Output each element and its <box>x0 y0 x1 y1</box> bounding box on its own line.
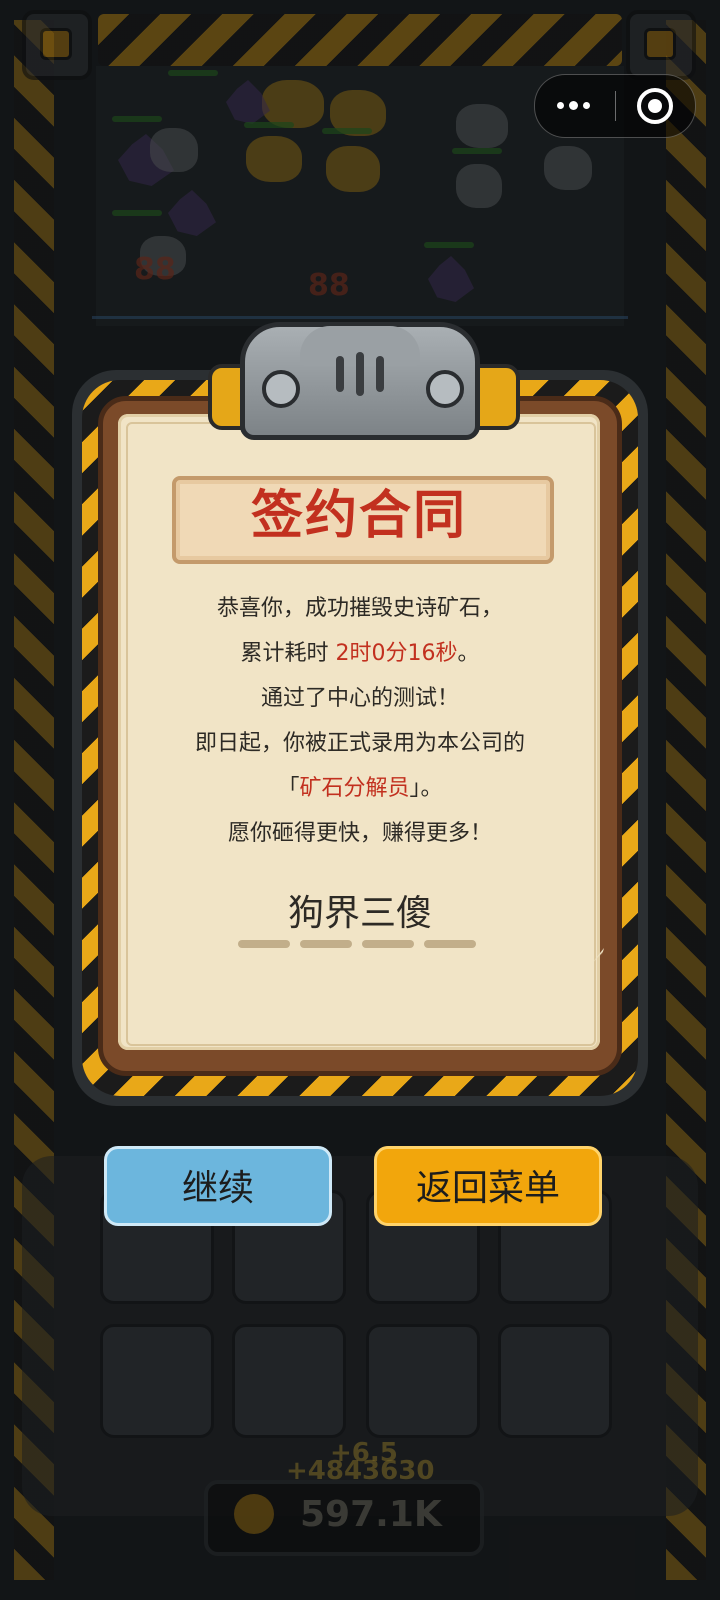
target-circle-icon-dot <box>648 99 662 113</box>
bracket-close: 」。 <box>409 776 443 801</box>
close-button[interactable] <box>615 75 695 137</box>
clip-groove <box>376 356 384 392</box>
ellipsis-icon-dot <box>583 102 590 109</box>
signature-line <box>238 940 290 948</box>
signature-line <box>300 940 352 948</box>
contract-line: 愿你砸得更快，赚得更多！ <box>227 821 492 846</box>
ellipsis-icon-dot <box>569 101 578 110</box>
signature-line <box>362 940 414 948</box>
signature-line <box>424 940 476 948</box>
more-button[interactable] <box>535 75 615 137</box>
bolt-icon <box>262 370 300 408</box>
continue-button[interactable]: 继续 <box>104 1146 332 1226</box>
contract-line: 恭喜你，成功摧毁史诗矿石， <box>216 596 503 621</box>
bracket-open: 「 <box>277 776 300 801</box>
contract-line: 累计耗时 2时0分16秒。 <box>130 631 590 676</box>
ellipsis-icon <box>557 102 564 109</box>
contract-body: 恭喜你，成功摧毁史诗矿石， 累计耗时 2时0分16秒。 通过了中心的测试！ 即日… <box>130 586 590 856</box>
contract-line: 通过了中心的测试！ <box>260 686 459 711</box>
contract-title: 签约合同 <box>250 486 467 546</box>
miniprogram-capsule <box>534 74 696 138</box>
time-suffix: 。 <box>457 641 480 666</box>
clip-groove <box>356 352 364 396</box>
return-menu-button[interactable]: 返回菜单 <box>374 1146 602 1226</box>
time-prefix: 累计耗时 <box>240 641 336 666</box>
contract-line: 「矿石分解员」。 <box>130 766 590 811</box>
signature: 狗界三傻 <box>287 893 432 934</box>
job-title: 矿石分解员 <box>299 776 410 801</box>
elapsed-time: 2时0分16秒 <box>335 641 458 666</box>
bolt-icon <box>426 370 464 408</box>
clip-groove <box>336 356 344 392</box>
contract-line: 即日起，你被正式录用为本公司的 <box>194 731 525 756</box>
